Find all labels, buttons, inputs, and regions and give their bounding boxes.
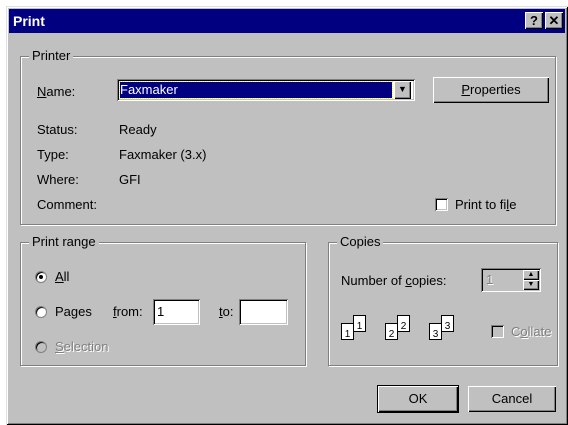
all-label[interactable]: All <box>55 269 69 284</box>
spin-down-button[interactable]: ▼ <box>523 280 539 290</box>
all-radio[interactable] <box>35 271 47 283</box>
name-label: Name: <box>37 84 76 99</box>
title-bar: Print ? ✕ <box>9 9 565 33</box>
ok-button[interactable]: OK <box>377 385 459 413</box>
print-to-file-checkbox[interactable] <box>435 198 448 211</box>
collate-checkbox[interactable] <box>491 325 504 338</box>
to-input[interactable] <box>239 299 288 325</box>
pages-radio[interactable] <box>35 306 47 318</box>
chevron-down-icon: ▼ <box>398 84 407 94</box>
selection-radio[interactable] <box>35 341 47 353</box>
collate-label: Collate <box>511 324 552 339</box>
print-range-group: Print range All Pages from: 1 to: Select… <box>20 234 306 366</box>
status-value: Ready <box>119 122 157 137</box>
where-value: GFI <box>119 172 141 187</box>
printer-legend: Printer <box>29 48 74 63</box>
spin-up-button[interactable]: ▲ <box>523 270 539 280</box>
collate-pages-icon: 1 1 2 2 3 3 <box>341 309 467 349</box>
pages-label[interactable]: Pages <box>55 304 92 319</box>
from-label: from: <box>113 304 143 319</box>
print-range-legend: Print range <box>29 234 99 249</box>
selection-label: Selection <box>55 339 109 354</box>
print-to-file-label[interactable]: Print to file <box>455 197 516 212</box>
close-button[interactable]: ✕ <box>545 12 563 29</box>
where-label: Where: <box>37 172 79 187</box>
help-button[interactable]: ? <box>525 12 543 29</box>
dropdown-arrow-button[interactable]: ▼ <box>394 81 411 99</box>
comment-label: Comment: <box>37 197 97 212</box>
copies-value: 1 <box>486 272 494 287</box>
cancel-button[interactable]: Cancel <box>468 386 556 412</box>
arrow-down-icon: ▼ <box>527 281 535 288</box>
type-label: Type: <box>37 147 69 162</box>
page-icon: 3 <box>441 315 454 332</box>
printer-name-select[interactable]: Faxmaker ▼ <box>117 79 415 101</box>
to-label: to: <box>219 304 234 319</box>
copies-group: Copies Number of copies: 1 ▲ ▼ 1 1 2 2 3… <box>328 234 558 366</box>
print-dialog: Print ? ✕ Printer Name: Faxmaker ▼ Prope… <box>6 6 568 425</box>
type-value: Faxmaker (3.x) <box>119 147 207 162</box>
status-label: Status: <box>37 122 78 137</box>
copies-spinner[interactable]: 1 ▲ ▼ <box>481 268 541 292</box>
selected-dot-icon <box>39 275 43 279</box>
dialog-title: Print <box>13 13 45 29</box>
printer-group: Printer Name: Faxmaker ▼ Properties Stat… <box>20 48 556 225</box>
copies-legend: Copies <box>337 234 384 249</box>
from-input[interactable]: 1 <box>153 299 200 325</box>
page-icon: 1 <box>353 315 366 332</box>
properties-button[interactable]: Properties <box>433 77 549 103</box>
number-of-copies-label: Number of copies: <box>341 273 447 288</box>
page-icon: 2 <box>397 315 410 332</box>
from-value: 1 <box>157 304 165 319</box>
arrow-up-icon: ▲ <box>527 271 535 278</box>
printer-name-value: Faxmaker <box>119 81 393 99</box>
